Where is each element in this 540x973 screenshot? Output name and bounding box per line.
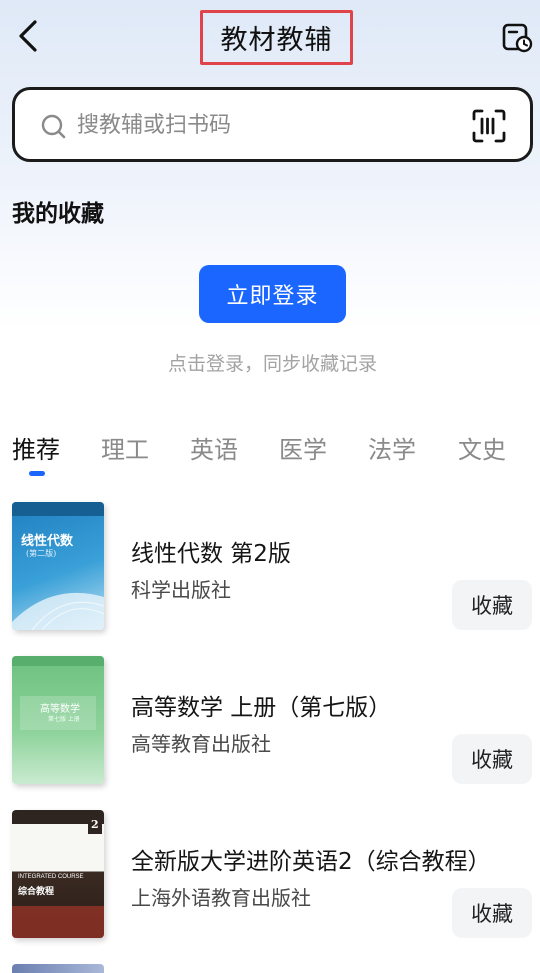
page-title: 教材教辅 xyxy=(200,10,353,65)
search-icon xyxy=(41,114,66,139)
list-item[interactable]: 高等数学 第七版 上册 高等数学 上册（第七版） 高等教育出版社 收藏 xyxy=(0,656,540,796)
cover-edition: 第七版 上册 xyxy=(48,716,80,723)
login-button[interactable]: 立即登录 xyxy=(199,265,346,323)
book-cover xyxy=(12,964,104,973)
tab-indicator xyxy=(29,471,45,476)
book-publisher: 上海外语教育出版社 xyxy=(131,886,311,910)
back-button[interactable] xyxy=(8,14,48,58)
favorite-button[interactable]: 收藏 xyxy=(452,734,532,784)
book-title: 高等数学 上册（第七版） xyxy=(131,695,392,721)
book-title: 全新版大学进阶英语2（综合教程） xyxy=(131,849,491,875)
history-icon xyxy=(502,23,533,53)
tab-medicine[interactable]: 医学 xyxy=(279,430,327,465)
book-publisher: 科学出版社 xyxy=(131,578,231,602)
scan-icon[interactable] xyxy=(471,108,507,144)
cover-title: 线性代数 xyxy=(21,534,74,549)
favorite-button[interactable]: 收藏 xyxy=(452,888,532,938)
category-tabs: 推荐 理工 英语 医学 法学 文史 xyxy=(0,430,540,480)
list-item[interactable]: 2 INTEGRATED COURSE 综合教程 全新版大学进阶英语2（综合教程… xyxy=(0,810,540,950)
favorite-button[interactable]: 收藏 xyxy=(452,580,532,630)
login-hint: 点击登录，同步收藏记录 xyxy=(167,353,377,375)
book-cover: 线性代数 (第二版) xyxy=(12,502,104,630)
textbook-page: 教材教辅 我的收藏 立即登录 点击登录，同步收藏记录 xyxy=(0,0,540,973)
tab-law[interactable]: 法学 xyxy=(368,430,416,465)
book-cover: 高等数学 第七版 上册 xyxy=(12,656,104,784)
cover-subtitle: INTEGRATED COURSE xyxy=(18,874,84,880)
search-bar[interactable] xyxy=(12,87,533,162)
tab-science-engineering[interactable]: 理工 xyxy=(101,430,149,465)
cover-title: 综合教程 xyxy=(18,887,55,897)
chevron-left-icon xyxy=(19,20,37,52)
favorites-title: 我的收藏 xyxy=(12,201,104,227)
book-cover: 2 INTEGRATED COURSE 综合教程 xyxy=(12,810,104,938)
cover-edition: (第二版) xyxy=(26,549,57,558)
tab-literature-history[interactable]: 文史 xyxy=(458,430,506,465)
cover-title: 高等数学 xyxy=(40,704,80,715)
tab-recommend[interactable]: 推荐 xyxy=(12,430,60,465)
tab-english[interactable]: 英语 xyxy=(190,430,238,465)
book-publisher: 高等教育出版社 xyxy=(131,732,271,756)
search-input[interactable] xyxy=(77,104,457,146)
list-item[interactable]: 线性代数 (第二版) 线性代数 第2版 科学出版社 收藏 xyxy=(0,502,540,642)
header: 教材教辅 xyxy=(0,0,540,76)
cover-number: 2 xyxy=(91,818,99,831)
book-title: 线性代数 第2版 xyxy=(131,541,291,567)
history-button[interactable] xyxy=(496,16,538,58)
